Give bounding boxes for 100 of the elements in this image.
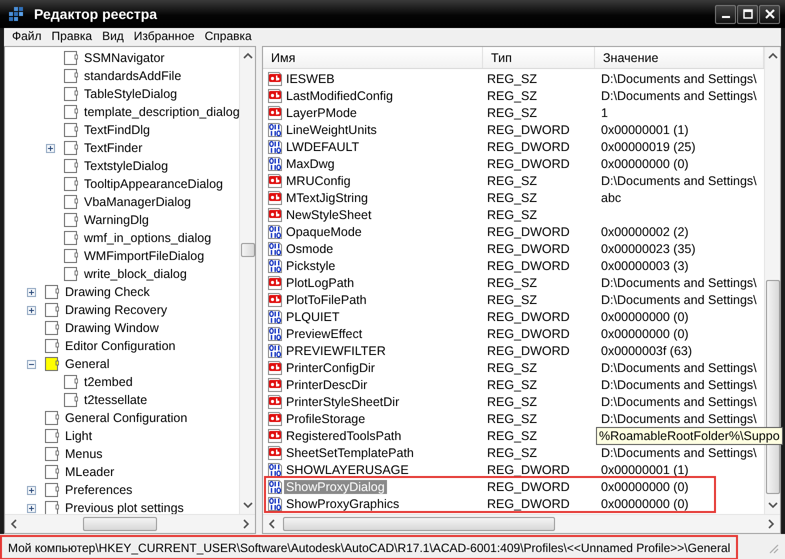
- plus-box-icon[interactable]: [27, 306, 36, 314]
- close-button[interactable]: [759, 4, 780, 24]
- tree-item[interactable]: MLeader: [65, 465, 114, 479]
- tree-item[interactable]: SSMNavigator: [84, 51, 165, 65]
- value-name[interactable]: PREVIEWFILTER: [284, 344, 388, 358]
- value-name[interactable]: PrinterConfigDir: [284, 360, 377, 374]
- table-cell: 0x00000000 (0): [601, 326, 689, 340]
- string-value-icon: [267, 104, 283, 120]
- table-cell: 0x00000000 (0): [601, 310, 689, 324]
- binary-value-icon: [267, 326, 283, 342]
- tree-item[interactable]: TextstyleDialog: [84, 159, 168, 173]
- table-cell-text: REG_DWORD: [486, 480, 571, 494]
- value-name[interactable]: PLQUIET: [284, 310, 342, 324]
- menu-item[interactable]: Избранное: [130, 29, 201, 43]
- value-name[interactable]: LayerPMode: [284, 106, 359, 120]
- table-cell: 0x00000001 (1): [601, 122, 689, 136]
- value-name[interactable]: Osmode: [284, 242, 336, 256]
- plus-box-icon[interactable]: [27, 288, 36, 296]
- table-cell-text: REG_SZ: [486, 378, 538, 392]
- plus-box-icon[interactable]: [27, 486, 36, 494]
- tree-item[interactable]: Light: [65, 429, 92, 443]
- horizontal-scrollbar[interactable]: [263, 514, 780, 533]
- minus-box-icon[interactable]: [27, 360, 36, 368]
- value-name[interactable]: Pickstyle: [284, 258, 338, 272]
- tree-item[interactable]: WMFimportFileDialog: [84, 249, 204, 263]
- table-cell: 0x00000000 (0): [601, 480, 689, 494]
- binary-value-icon: [267, 240, 283, 256]
- tree-item[interactable]: t2tessellate: [84, 393, 148, 407]
- value-name[interactable]: PrinterStyleSheetDir: [284, 394, 402, 408]
- table-cell-text: REG_SZ: [486, 446, 538, 460]
- tree-item[interactable]: WarningDlg: [84, 213, 149, 227]
- plus-box-icon[interactable]: [27, 504, 36, 512]
- tree-item[interactable]: Editor Configuration: [65, 339, 176, 353]
- value-name[interactable]: PlotToFilePath: [284, 292, 369, 306]
- table-cell: D:\Documents and Settings\: [601, 292, 757, 306]
- tree-item[interactable]: template_description_dialog: [84, 105, 239, 119]
- tree-item[interactable]: VbaManagerDialog: [84, 195, 192, 209]
- close-icon: [764, 9, 774, 19]
- tree-item[interactable]: standardsAddFile: [84, 69, 182, 83]
- value-name[interactable]: LastModifiedConfig: [284, 88, 396, 102]
- tree-item[interactable]: Drawing Window: [65, 321, 159, 335]
- column-header[interactable]: Имя: [263, 47, 483, 68]
- binary-value-icon: [267, 224, 283, 240]
- value-name[interactable]: LWDEFAULT: [284, 140, 362, 154]
- table-cell-text: REG_DWORD: [486, 258, 571, 272]
- menu-item[interactable]: Справка: [200, 29, 258, 43]
- tree-item[interactable]: t2embed: [84, 375, 133, 389]
- value-name[interactable]: MaxDwg: [284, 156, 337, 170]
- resize-grip-icon[interactable]: [767, 542, 779, 554]
- table-cell-text: REG_SZ: [486, 276, 538, 290]
- tree-item[interactable]: TextFinder: [84, 141, 142, 155]
- table-cell-text: REG_DWORD: [486, 496, 571, 510]
- tree-item[interactable]: General: [65, 357, 110, 371]
- minimize-button[interactable]: [715, 4, 736, 24]
- value-name[interactable]: IESWEB: [284, 72, 337, 86]
- tree-item[interactable]: Menus: [65, 447, 103, 461]
- value-name[interactable]: PrinterDescDir: [284, 378, 370, 392]
- horizontal-scrollbar[interactable]: [5, 514, 255, 533]
- value-name[interactable]: OpaqueMode: [284, 224, 364, 238]
- table-cell-text: REG_DWORD: [486, 156, 571, 170]
- menu-item[interactable]: Файл: [8, 29, 48, 43]
- tree-item[interactable]: Drawing Check: [65, 285, 150, 299]
- table-cell-text: REG_DWORD: [486, 242, 571, 256]
- tree-item[interactable]: TooltipAppearanceDialog: [84, 177, 223, 191]
- value-name[interactable]: LineWeightUnits: [284, 122, 379, 136]
- tree-item[interactable]: wmf_in_options_dialog: [84, 231, 212, 245]
- scroll-thumb[interactable]: [83, 517, 157, 531]
- tree-item[interactable]: Preferences: [65, 483, 132, 497]
- scroll-thumb[interactable]: [283, 517, 555, 531]
- maximize-button[interactable]: [737, 4, 758, 24]
- value-name[interactable]: PreviewEffect: [284, 326, 364, 340]
- menu-item[interactable]: Правка: [48, 29, 98, 43]
- menu-item[interactable]: Вид: [98, 29, 130, 43]
- vertical-scrollbar[interactable]: [239, 47, 255, 514]
- tree-item[interactable]: TextFindDlg: [84, 123, 150, 137]
- binary-value-icon: [267, 496, 283, 512]
- tree-item[interactable]: TableStyleDialog: [84, 87, 178, 101]
- binary-value-icon: [267, 342, 283, 358]
- scroll-thumb[interactable]: [240, 243, 254, 257]
- value-name[interactable]: ProfileStorage: [284, 412, 368, 426]
- value-name[interactable]: MTextJigString: [284, 190, 370, 204]
- tree-item[interactable]: General Configuration: [65, 411, 188, 425]
- table-cell: D:\Documents and Settings\: [601, 360, 757, 374]
- value-name[interactable]: PlotLogPath: [284, 276, 356, 290]
- table-cell: D:\Documents and Settings\: [601, 394, 757, 408]
- value-name[interactable]: MRUConfig: [284, 174, 353, 188]
- cubes-icon: [8, 6, 26, 22]
- table-cell-text: REG_DWORD: [486, 140, 571, 154]
- tree-item[interactable]: Drawing Recovery: [65, 303, 168, 317]
- plus-box-icon[interactable]: [46, 144, 55, 152]
- tree-item[interactable]: write_block_dialog: [84, 267, 187, 281]
- value-name[interactable]: ShowProxyGraphics: [284, 496, 402, 510]
- value-name[interactable]: SheetSetTemplatePath: [284, 446, 416, 460]
- table-cell-text: REG_SZ: [486, 428, 538, 442]
- value-name[interactable]: NewStyleSheet: [284, 208, 374, 222]
- value-name[interactable]: RegisteredToolsPath: [284, 428, 404, 442]
- table-cell-text: REG_SZ: [486, 394, 538, 408]
- column-header[interactable]: Тип: [483, 47, 595, 68]
- table-cell-text: REG_DWORD: [486, 326, 571, 340]
- value-name[interactable]: SHOWLAYERUSAGE: [284, 462, 411, 476]
